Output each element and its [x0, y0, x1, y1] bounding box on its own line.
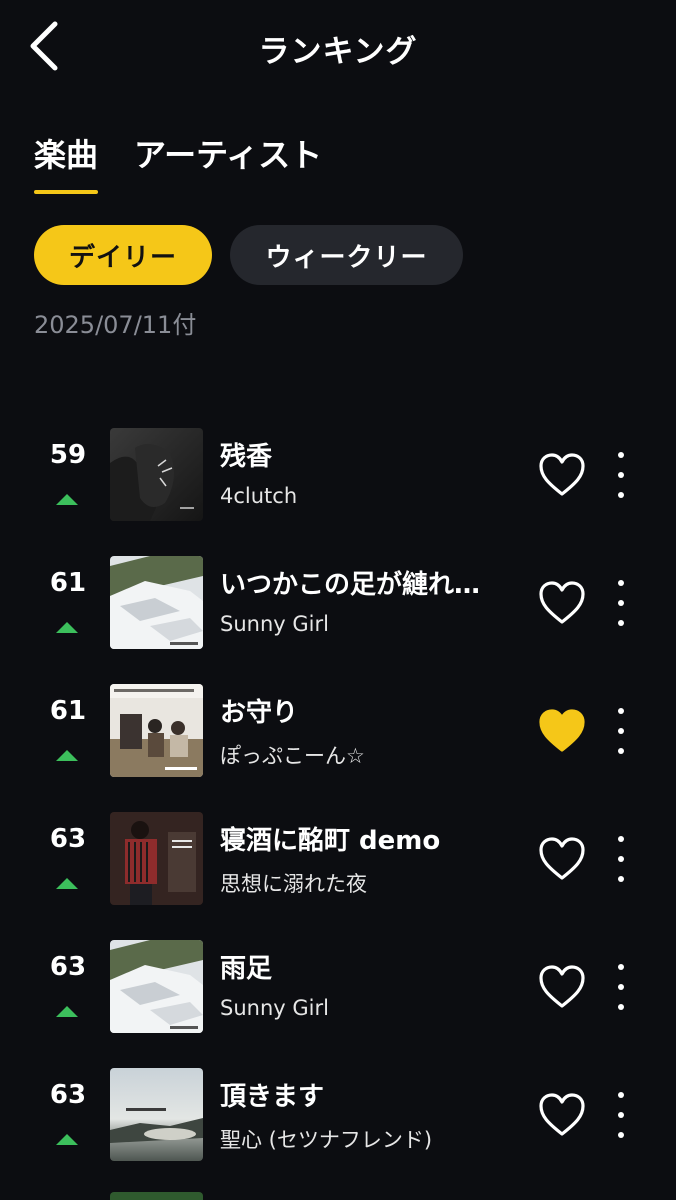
trend-up-icon	[56, 878, 78, 889]
song-artist[interactable]: 4clutch	[220, 484, 510, 508]
ranking-row[interactable]: 63 頂きます 聖心 (セツナフレンド)	[0, 1050, 676, 1178]
more-vertical-icon	[618, 964, 624, 970]
like-button[interactable]	[538, 1092, 586, 1138]
more-options-button[interactable]	[606, 962, 636, 1012]
more-vertical-icon	[618, 708, 624, 714]
period-selector: デイリー ウィークリー	[34, 225, 463, 285]
ranking-row[interactable]: 59 残香 4clutch	[0, 410, 676, 538]
heart-icon	[539, 965, 585, 1008]
more-options-button[interactable]	[606, 706, 636, 756]
song-title[interactable]: 頂きます	[220, 1076, 510, 1113]
rank-number: 61	[49, 568, 87, 598]
ranking-date: 2025/07/11付	[34, 311, 197, 339]
like-button[interactable]	[538, 964, 586, 1010]
heart-icon	[539, 581, 585, 624]
ranking-row[interactable]: 63 寝酒に酩町 demo 思想に溺れた夜	[0, 794, 676, 922]
more-options-button[interactable]	[606, 578, 636, 628]
song-artist[interactable]: 聖心 (セツナフレンド)	[220, 1124, 510, 1154]
trend-up-icon	[56, 750, 78, 761]
heart-icon	[539, 1093, 585, 1136]
album-art-image	[110, 684, 203, 777]
heart-icon	[539, 709, 585, 752]
tab-artists[interactable]: アーティスト	[134, 130, 322, 188]
more-vertical-icon	[618, 1092, 624, 1098]
song-title[interactable]: いつかこの足が縺れ…	[220, 564, 510, 601]
more-vertical-icon	[618, 452, 624, 458]
album-cover[interactable]	[110, 812, 203, 905]
weekly-chip[interactable]: ウィークリー	[230, 225, 463, 285]
album-cover[interactable]	[110, 684, 203, 777]
album-art-image	[110, 812, 203, 905]
song-artist[interactable]: Sunny Girl	[220, 996, 510, 1020]
heart-icon	[539, 837, 585, 880]
trend-up-icon	[56, 622, 78, 633]
album-art-image	[110, 940, 203, 1033]
album-cover[interactable]	[110, 1068, 203, 1161]
album-art-image	[110, 556, 203, 649]
rank-number: 59	[49, 440, 87, 470]
song-artist[interactable]: Sunny Girl	[220, 612, 510, 636]
ranking-row[interactable]: 61 お守り ぽっぷこーん☆	[0, 666, 676, 794]
trend-up-icon	[56, 494, 78, 505]
trend-up-icon	[56, 1134, 78, 1145]
song-artist[interactable]: ぽっぷこーん☆	[220, 740, 510, 770]
rank-number: 63	[49, 1080, 87, 1110]
ranking-row[interactable]: 61 いつかこの足が縺れ… Sunny Girl	[0, 538, 676, 666]
album-cover[interactable]	[110, 556, 203, 649]
page-title: ランキング	[258, 34, 418, 70]
ranking-row[interactable]: 63 雨足 Sunny Girl	[0, 922, 676, 1050]
song-artist[interactable]: 思想に溺れた夜	[220, 868, 510, 898]
daily-chip[interactable]: デイリー	[34, 225, 212, 285]
ranking-list: 59 残香 4clutch 61 いつかこの足が縺れ… Sunny Girl 6…	[0, 410, 676, 1178]
like-button[interactable]	[538, 452, 586, 498]
album-art-image	[110, 428, 203, 521]
album-cover[interactable]	[110, 1192, 203, 1200]
rank-number: 61	[49, 696, 87, 726]
tab-songs[interactable]: 楽曲	[34, 130, 99, 194]
album-cover[interactable]	[110, 428, 203, 521]
like-button[interactable]	[538, 708, 586, 754]
more-vertical-icon	[618, 836, 624, 842]
song-title[interactable]: お守り	[220, 692, 510, 729]
category-tabs: 楽曲 アーティスト	[34, 130, 322, 194]
song-title[interactable]: 雨足	[220, 948, 510, 985]
album-cover[interactable]	[110, 940, 203, 1033]
like-button[interactable]	[538, 580, 586, 626]
song-title[interactable]: 残香	[220, 436, 510, 473]
song-title[interactable]: 寝酒に酩町 demo	[220, 820, 510, 857]
like-button[interactable]	[538, 836, 586, 882]
rank-number: 63	[49, 952, 87, 982]
more-options-button[interactable]	[606, 1090, 636, 1140]
more-options-button[interactable]	[606, 450, 636, 500]
ranking-screen: ランキング 楽曲 アーティスト デイリー ウィークリー 2025/07/11付 …	[0, 0, 676, 1200]
more-vertical-icon	[618, 580, 624, 586]
more-options-button[interactable]	[606, 834, 636, 884]
trend-up-icon	[56, 1006, 78, 1017]
rank-number: 63	[49, 824, 87, 854]
album-art-image	[110, 1068, 203, 1161]
heart-icon	[539, 453, 585, 496]
